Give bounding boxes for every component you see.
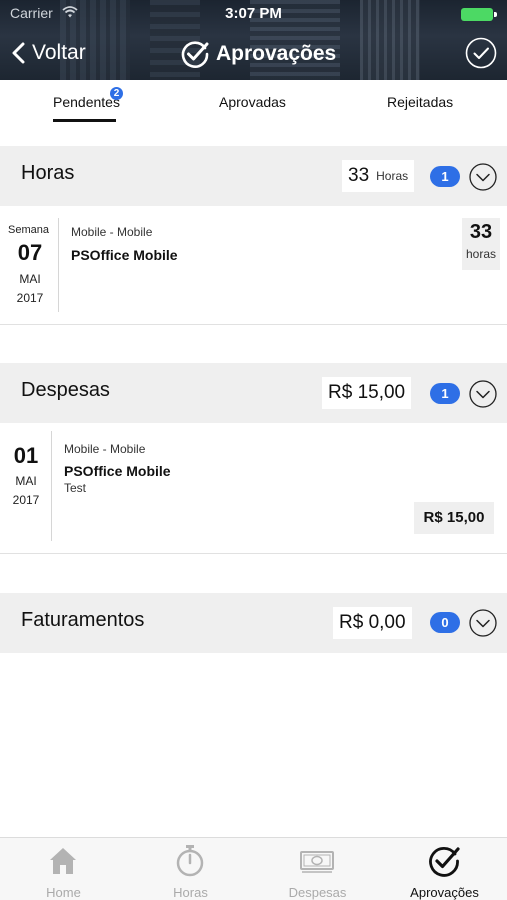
expand-faturamentos-button[interactable]: [469, 609, 497, 637]
header: Carrier 3:07 PM Voltar Aprovações: [0, 0, 507, 80]
hours-unit: horas: [465, 247, 497, 261]
tabbar-label: Despesas: [288, 885, 347, 900]
approve-all-button[interactable]: [465, 37, 497, 69]
segment-tabs: Pendentes 2 Aprovadas Rejeitadas: [0, 80, 507, 130]
expand-horas-button[interactable]: [469, 163, 497, 191]
tabbar-aprovacoes[interactable]: Aprovações: [381, 838, 507, 900]
hours-value-box: 33 horas: [462, 218, 500, 270]
despesas-count-badge: 1: [430, 383, 460, 404]
client-name: PSOffice Mobile: [64, 463, 171, 479]
section-header-despesas[interactable]: Despesas R$ 15,00 1: [0, 363, 507, 423]
tabbar-horas[interactable]: Horas: [127, 838, 254, 900]
check-circle-icon: [181, 41, 209, 68]
despesas-total: R$ 15,00: [322, 377, 412, 409]
date-year: 2017: [12, 493, 40, 507]
project-name: Mobile - Mobile: [64, 442, 146, 456]
week-label: Semana: [8, 224, 49, 236]
section-title-faturamentos: Faturamentos: [21, 609, 145, 631]
horas-count-badge: 1: [430, 166, 460, 187]
divider: [51, 431, 52, 541]
faturamentos-count-badge: 0: [430, 612, 460, 633]
tabbar-despesas[interactable]: Despesas: [254, 838, 381, 900]
date-day: 07: [17, 240, 43, 265]
tabbar-label: Aprovações: [410, 885, 479, 900]
row-separator: [0, 553, 507, 554]
tab-rejeitadas[interactable]: Rejeitadas: [387, 94, 453, 110]
tab-aprovadas[interactable]: Aprovadas: [219, 94, 286, 110]
tabbar-label: Horas: [173, 885, 208, 900]
page-title-text: Aprovações: [216, 42, 337, 65]
page-title: Aprovações: [180, 38, 336, 70]
expense-value: R$ 15,00: [414, 502, 494, 534]
bottom-tab-bar: Home Horas Despesas Aprovações: [0, 837, 507, 900]
banknote-icon: [300, 851, 334, 873]
home-icon: [50, 848, 76, 874]
clock: 3:07 PM: [225, 5, 282, 22]
battery-tip: [494, 12, 497, 17]
divider: [58, 218, 59, 312]
expense-description: Test: [64, 481, 87, 495]
tabbar-home[interactable]: Home: [0, 838, 127, 900]
back-label: Voltar: [32, 41, 86, 64]
horas-item-row[interactable]: Semana 07 MAI 2017 Mobile - Mobile PSOff…: [0, 206, 507, 324]
tabbar-label: Home: [46, 885, 81, 900]
section-title-despesas: Despesas: [21, 379, 110, 401]
hours-value: 33: [469, 221, 493, 243]
row-separator: [0, 324, 507, 325]
section-title-horas: Horas: [21, 162, 75, 184]
date-month: MAI: [19, 272, 41, 286]
check-circle-icon: [429, 846, 460, 877]
section-header-horas[interactable]: Horas 33 Horas 1: [0, 146, 507, 206]
faturamentos-total: R$ 0,00: [333, 607, 412, 639]
expand-despesas-button[interactable]: [469, 380, 497, 408]
date-day: 01: [13, 443, 39, 468]
date-month: MAI: [15, 474, 37, 488]
app-screen: Carrier 3:07 PM Voltar Aprovações Penden…: [0, 0, 507, 900]
section-header-faturamentos[interactable]: Faturamentos R$ 0,00 0: [0, 593, 507, 653]
despesas-total-value: R$ 15,00: [328, 382, 406, 403]
faturamentos-total-value: R$ 0,00: [339, 612, 406, 633]
horas-total: 33 Horas: [342, 160, 415, 192]
battery-icon: [461, 8, 497, 21]
client-name: PSOffice Mobile: [71, 247, 178, 263]
active-tab-indicator: [53, 119, 116, 122]
date-year: 2017: [16, 291, 44, 305]
chevron-left-icon: [12, 42, 25, 64]
horas-total-unit: Horas: [376, 169, 409, 183]
stopwatch-icon: [176, 845, 204, 877]
battery-level: [461, 8, 493, 21]
despesas-item-row[interactable]: 01 MAI 2017 Mobile - Mobile PSOffice Mob…: [0, 423, 507, 553]
back-button[interactable]: Voltar: [10, 38, 86, 68]
status-bar: Carrier 3:07 PM: [0, 0, 507, 28]
horas-total-value: 33: [348, 165, 370, 186]
pendentes-badge: 2: [110, 87, 123, 100]
project-name: Mobile - Mobile: [71, 225, 153, 239]
